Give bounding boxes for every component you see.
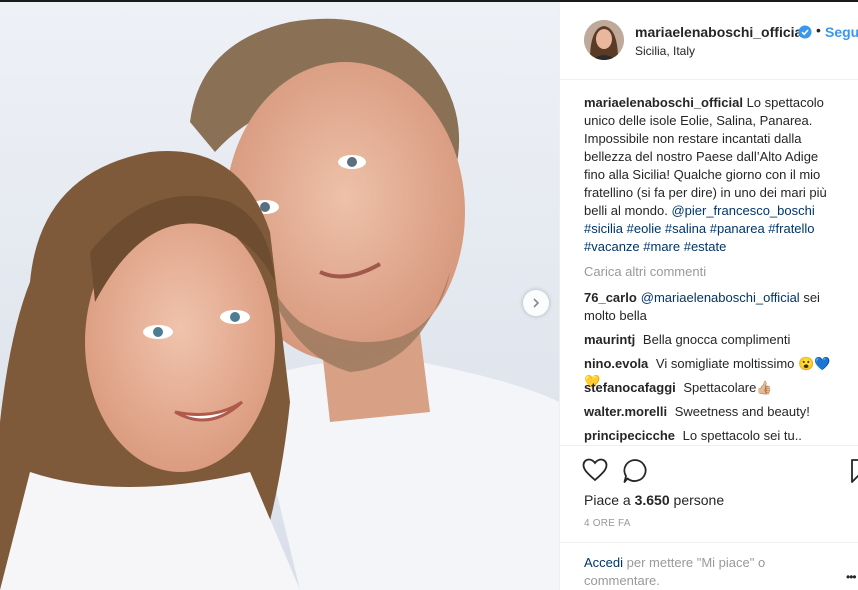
likes-prefix: Piace a (584, 492, 631, 508)
post-author-username[interactable]: mariaelenaboschi_official (635, 24, 806, 40)
login-link[interactable]: Accedi (584, 555, 623, 570)
selfie-illustration (0, 2, 559, 590)
heart-icon (582, 458, 608, 482)
post-timestamp[interactable]: 4 ORE FA (584, 518, 631, 529)
caption-mention[interactable]: @pier_francesco_boschi (671, 203, 814, 218)
bookmark-icon (851, 459, 858, 483)
comment-text: Sweetness and beauty! (674, 404, 810, 419)
post-caption: mariaelenaboschi_official Lo spettacolo … (584, 94, 839, 256)
post-location[interactable]: Sicilia, Italy (635, 44, 695, 58)
caption-hashtags[interactable]: #sicilia #eolie #salina #panarea #fratel… (584, 221, 815, 254)
caption-username[interactable]: mariaelenaboschi_official (584, 95, 743, 110)
likes-count[interactable]: Piace a 3.650 persone (584, 492, 724, 508)
login-prompt: Accedi per mettere "Mi piace" o commenta… (584, 554, 814, 590)
comment-username[interactable]: walter.morelli (584, 404, 667, 419)
comment-username[interactable]: maurintj (584, 332, 635, 347)
comment-text: Lo spettacolo sei tu.. (682, 428, 802, 443)
post-actions: Piace a 3.650 persone 4 ORE FA Accedi pe… (560, 445, 858, 590)
comment-button[interactable] (622, 458, 648, 489)
comment-text: Bella gnocca complimenti (642, 332, 791, 347)
comment-mention[interactable]: @mariaelenaboschi_official (641, 290, 800, 305)
comment-item: principecicche Lo spettacolo sei tu.. (584, 427, 844, 445)
chevron-right-icon (533, 298, 540, 308)
comment-username[interactable]: 76_carlo (584, 290, 637, 305)
comment-text: Spettacolare👍🏼 (683, 380, 773, 395)
comment-item: 76_carlo @mariaelenaboschi_official sei m… (584, 289, 844, 325)
post-header: mariaelenaboschi_official • Segui Sicili… (560, 2, 858, 80)
save-button[interactable] (850, 458, 858, 489)
more-options-button[interactable]: ••• (846, 570, 857, 584)
avatar-image (584, 20, 624, 60)
load-more-comments-button[interactable]: Carica altri commenti (584, 264, 706, 279)
comment-item: walter.morelli Sweetness and beauty! (584, 403, 844, 421)
likes-number: 3.650 (634, 492, 670, 508)
comment-username[interactable]: principecicche (584, 428, 675, 443)
post-sidebar: mariaelenaboschi_official • Segui Sicili… (559, 2, 858, 590)
separator-bullet: • (816, 22, 821, 38)
likes-suffix: persone (673, 492, 725, 508)
follow-button[interactable]: Segui (825, 24, 858, 40)
comment-item: maurintj Bella gnocca complimenti (584, 331, 844, 349)
comment-item: stefanocafaggi Spettacolare👍🏼 (584, 379, 844, 397)
comment-username[interactable]: nino.evola (584, 356, 648, 371)
like-button[interactable] (582, 458, 608, 487)
post-photo[interactable] (0, 2, 559, 590)
caption-text: Lo spettacolo unico delle isole Eolie, S… (584, 95, 827, 218)
next-photo-button[interactable] (523, 290, 549, 316)
verified-badge-icon (798, 25, 812, 39)
comment-icon (623, 459, 647, 483)
avatar[interactable] (584, 20, 624, 60)
divider (560, 542, 858, 543)
comment-username[interactable]: stefanocafaggi (584, 380, 676, 395)
